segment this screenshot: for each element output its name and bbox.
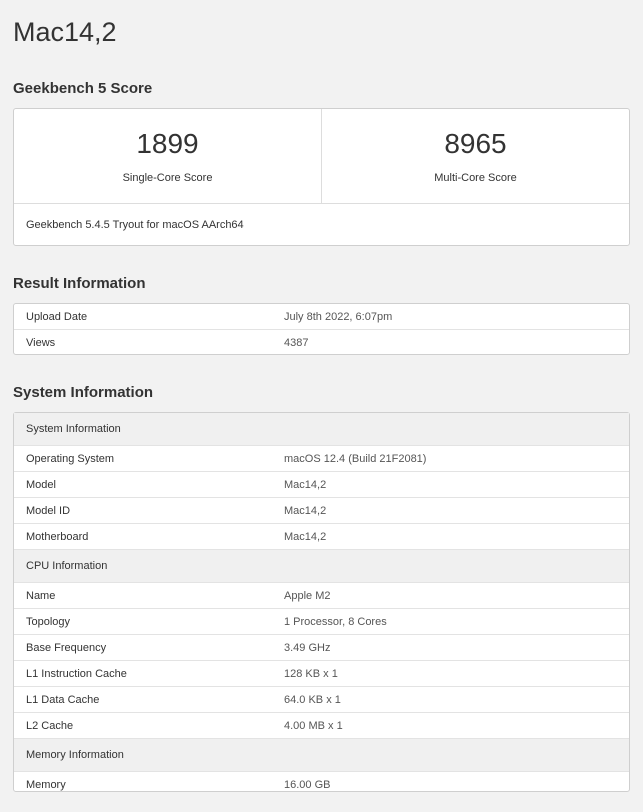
row-key: Model ID [14, 497, 272, 524]
table-row: L1 Data Cache 64.0 KB x 1 [14, 686, 629, 713]
row-value: macOS 12.4 (Build 21F2081) [272, 445, 629, 472]
table-row: Topology 1 Processor, 8 Cores [14, 608, 629, 635]
multi-core-score-label: Multi-Core Score [434, 172, 517, 184]
row-key: Base Frequency [14, 634, 272, 661]
result-information-table: Upload Date July 8th 2022, 6:07pm Views … [14, 304, 629, 355]
row-key: Name [14, 582, 272, 609]
group-title: System Information [14, 413, 629, 446]
row-key: Motherboard [14, 523, 272, 550]
system-information-table: System Information Operating System macO… [14, 413, 629, 797]
row-key: Memory [14, 771, 272, 797]
table-row: L2 Cache 4.00 MB x 1 [14, 712, 629, 739]
row-key: L2 Cache [14, 712, 272, 739]
row-value: 128 KB x 1 [272, 660, 629, 687]
single-core-score-cell: 1899 Single-Core Score [14, 109, 321, 203]
page-title: Mac14,2 [13, 17, 117, 47]
table-row: Base Frequency 3.49 GHz [14, 634, 629, 661]
row-value: 1 Processor, 8 Cores [272, 608, 629, 635]
row-key: L1 Data Cache [14, 686, 272, 713]
row-key: Model [14, 471, 272, 498]
row-value: 4387 [272, 329, 629, 355]
single-core-score-label: Single-Core Score [122, 172, 213, 184]
row-key: Upload Date [26, 310, 88, 323]
row-value: 64.0 KB x 1 [272, 686, 629, 713]
benchmark-version-text: Geekbench 5.4.5 Tryout for macOS AArch64 [26, 219, 244, 231]
system-information-heading: System Information [13, 384, 154, 401]
table-row: Model ID Mac14,2 [14, 497, 629, 524]
group-header-memory: Memory Information [14, 738, 629, 772]
result-information-heading: Result Information [13, 275, 146, 292]
table-row: Name Apple M2 [14, 582, 629, 609]
multi-core-score-value: 8965 [444, 128, 507, 159]
group-title: Memory Information [14, 738, 629, 772]
row-value: Mac14,2 [272, 523, 629, 550]
row-value: July 8th 2022, 6:07pm [284, 310, 393, 323]
row-key: Topology [14, 608, 272, 635]
single-core-score-value: 1899 [136, 128, 199, 159]
score-card: 1899 Single-Core Score 8965 Multi-Core S… [13, 108, 630, 246]
row-value: 16.00 GB [272, 771, 629, 797]
row-value: 3.49 GHz [272, 634, 629, 661]
table-row: Model Mac14,2 [14, 471, 629, 498]
row-key: Views [14, 329, 272, 355]
row-value: 4.00 MB x 1 [272, 712, 629, 739]
system-information-card: System Information Operating System macO… [13, 412, 630, 797]
row-key: L1 Instruction Cache [14, 660, 272, 687]
row-value: Mac14,2 [272, 497, 629, 524]
table-row: Views 4387 [14, 329, 629, 355]
group-header-system: System Information [14, 413, 629, 446]
result-information-card: Upload Date July 8th 2022, 6:07pm Views … [13, 303, 630, 355]
table-row: Operating System macOS 12.4 (Build 21F20… [14, 445, 629, 472]
score-row: 1899 Single-Core Score 8965 Multi-Core S… [14, 109, 629, 204]
geekbench-score-heading: Geekbench 5 Score [13, 80, 153, 97]
row-key: Operating System [14, 445, 272, 472]
row-value: Mac14,2 [272, 471, 629, 498]
row-value: Apple M2 [272, 582, 629, 609]
group-header-cpu: CPU Information [14, 549, 629, 583]
table-row: Motherboard Mac14,2 [14, 523, 629, 550]
group-title: CPU Information [14, 549, 629, 583]
table-row: L1 Instruction Cache 128 KB x 1 [14, 660, 629, 687]
multi-core-score-cell: 8965 Multi-Core Score [321, 109, 629, 203]
table-row: Upload Date July 8th 2022, 6:07pm [14, 304, 629, 330]
table-row: Memory 16.00 GB [14, 771, 629, 797]
